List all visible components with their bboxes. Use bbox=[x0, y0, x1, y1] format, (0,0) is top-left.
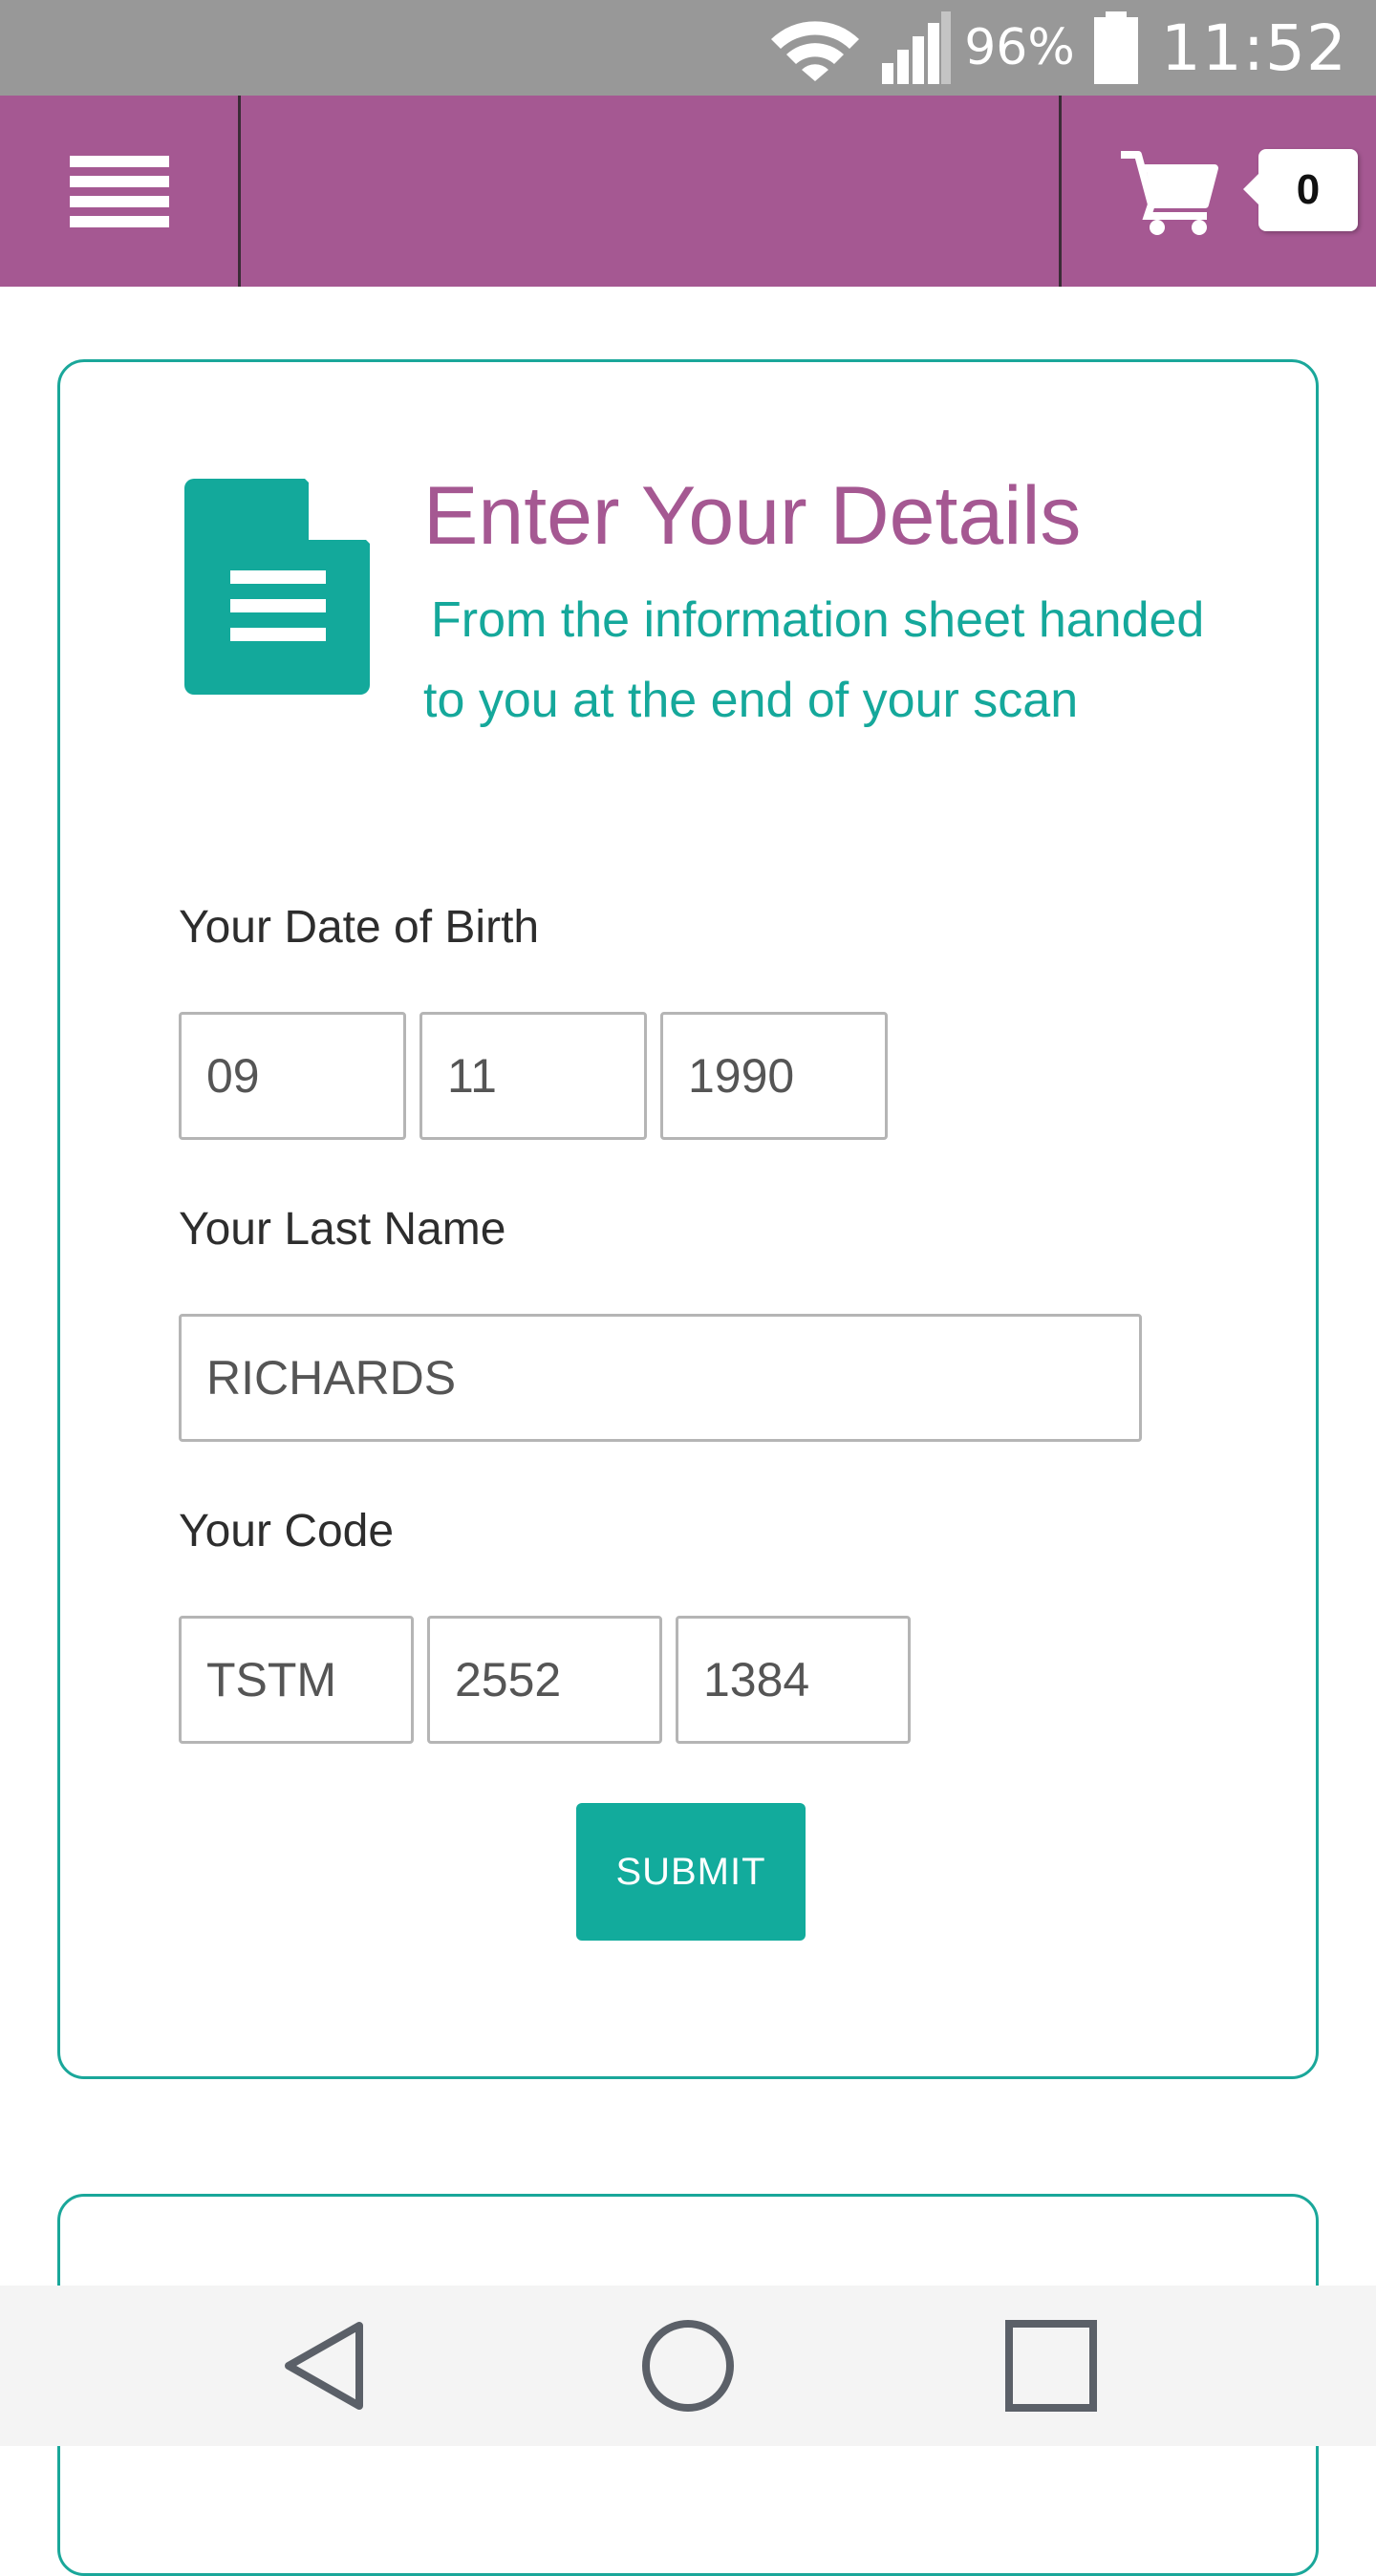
dob-month-input[interactable] bbox=[419, 1012, 647, 1140]
battery-percent: 96% bbox=[964, 19, 1075, 76]
menu-button[interactable] bbox=[0, 96, 241, 287]
shopping-cart-icon bbox=[1121, 151, 1218, 235]
back-icon[interactable] bbox=[277, 2318, 373, 2414]
battery-icon bbox=[1093, 11, 1138, 84]
document-icon bbox=[184, 479, 370, 695]
navigation-bar bbox=[0, 2286, 1376, 2446]
cart-button[interactable]: 0 bbox=[1059, 96, 1376, 287]
wifi-icon bbox=[771, 21, 860, 81]
page-subtitle: From the information sheet handed to you… bbox=[423, 592, 1205, 728]
home-icon[interactable] bbox=[640, 2318, 736, 2414]
last-name-label: Your Last Name bbox=[179, 1204, 506, 1255]
app-header: 0 bbox=[0, 96, 1376, 287]
last-name-input[interactable] bbox=[179, 1314, 1142, 1442]
signal-icon bbox=[882, 11, 952, 84]
page-title: Enter Your Details bbox=[423, 470, 1082, 562]
clock: 11:52 bbox=[1160, 11, 1347, 85]
dob-year-input[interactable] bbox=[660, 1012, 888, 1140]
recents-icon[interactable] bbox=[1003, 2318, 1099, 2414]
submit-button[interactable]: SUBMIT bbox=[576, 1803, 806, 1941]
cart-count-badge: 0 bbox=[1243, 149, 1358, 231]
code-part1-input[interactable] bbox=[179, 1616, 414, 1744]
code-label: Your Code bbox=[179, 1506, 395, 1556]
hamburger-menu-icon bbox=[69, 147, 169, 236]
dob-label: Your Date of Birth bbox=[179, 902, 540, 953]
code-part3-input[interactable] bbox=[676, 1616, 911, 1744]
code-part2-input[interactable] bbox=[427, 1616, 662, 1744]
dob-day-input[interactable] bbox=[179, 1012, 406, 1140]
status-bar: 96% 11:52 bbox=[0, 0, 1376, 96]
details-card: Enter Your Details From the information … bbox=[57, 359, 1319, 2079]
